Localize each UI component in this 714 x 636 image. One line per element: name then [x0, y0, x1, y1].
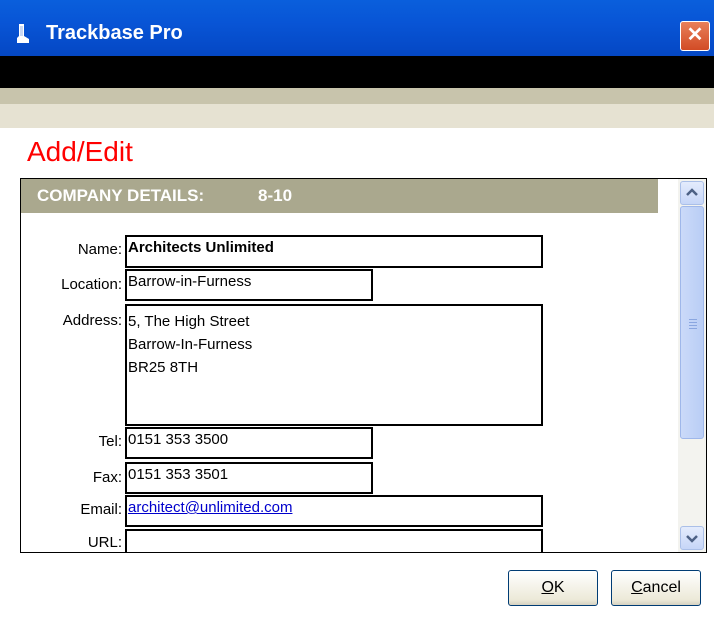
location-value: Barrow-in-Furness: [128, 273, 252, 290]
address-line: 5, The High Street: [128, 313, 250, 330]
address-line: Barrow-In-Furness: [128, 336, 253, 353]
location-label: Location:: [61, 276, 122, 293]
scroll-grip: [689, 319, 697, 320]
fax-value: 0151 353 3501: [128, 466, 229, 483]
tel-value: 0151 353 3500: [128, 431, 229, 448]
scroll-grip: [689, 328, 697, 329]
ok-button[interactable]: OK: [508, 570, 598, 606]
section-header: COMPANY DETAILS: 8-10: [21, 179, 658, 213]
vertical-scrollbar[interactable]: [678, 179, 706, 552]
scroll-grip: [689, 325, 697, 326]
boot-icon: [17, 24, 29, 43]
address-field[interactable]: 5, The High Street Barrow-In-Furness BR2…: [125, 304, 543, 426]
email-link[interactable]: architect@unlimited.com: [128, 499, 292, 516]
scroll-grip: [689, 322, 697, 323]
header-black-band: [0, 56, 714, 88]
header-light-band: [0, 104, 714, 128]
fax-label: Fax:: [92, 469, 122, 486]
header-khaki-band: [0, 88, 714, 104]
url-label: URL:: [87, 534, 122, 551]
section-title: COMPANY DETAILS:: [37, 186, 205, 205]
address-label: Address:: [62, 312, 122, 329]
details-panel: COMPANY DETAILS: 8-10 Name: Architects U…: [20, 178, 707, 553]
email-label: Email:: [80, 501, 122, 518]
address-line: BR25 8TH: [128, 359, 199, 376]
cancel-button[interactable]: Cancel: [611, 570, 701, 606]
name-value: Architects Unlimited: [128, 239, 274, 256]
scroll-up-button[interactable]: [680, 181, 704, 205]
scroll-thumb[interactable]: [680, 206, 704, 439]
fax-field[interactable]: 0151 353 3501: [125, 462, 373, 494]
window-title: Trackbase Pro: [46, 22, 183, 44]
chevron-down-icon: [686, 535, 698, 543]
close-button[interactable]: ✕: [680, 21, 710, 51]
chevron-up-icon: [686, 188, 698, 196]
tel-field[interactable]: 0151 353 3500: [125, 427, 373, 459]
email-field[interactable]: architect@unlimited.com: [125, 495, 543, 527]
cancel-label: ancel: [642, 579, 681, 596]
name-field[interactable]: Architects Unlimited: [125, 235, 543, 268]
location-field[interactable]: Barrow-in-Furness: [125, 269, 373, 301]
ok-mnemonic: O: [541, 579, 554, 596]
record-id: 8-10: [258, 186, 293, 205]
scroll-down-button[interactable]: [680, 526, 704, 550]
url-field[interactable]: [125, 529, 543, 552]
cancel-mnemonic: C: [631, 579, 643, 596]
name-label: Name:: [77, 241, 122, 258]
close-icon: ✕: [686, 24, 704, 46]
ok-label: K: [553, 579, 565, 596]
tel-label: Tel:: [98, 433, 122, 450]
window-titlebar: Trackbase Pro ✕: [0, 0, 714, 56]
page-title: Add/Edit: [27, 136, 133, 167]
